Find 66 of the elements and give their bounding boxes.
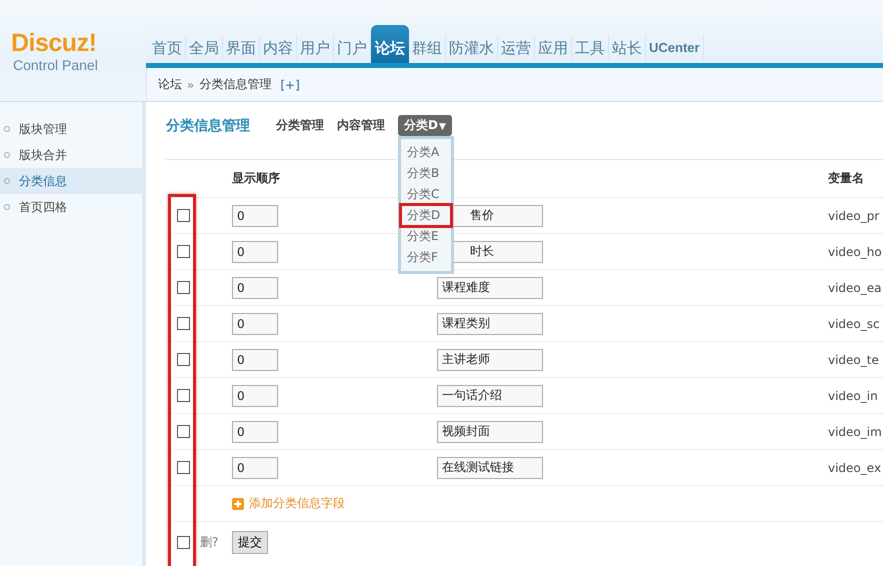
variable-name: video_te [828, 352, 879, 366]
category-dropdown[interactable]: 分类D▼ [398, 115, 452, 136]
column-header: 显示顺序 [232, 171, 280, 185]
page-title: 分类信息管理 [166, 116, 250, 134]
name-field[interactable]: 课程类别 [437, 312, 543, 334]
nav-tab[interactable]: 运营 [498, 35, 535, 61]
order-field[interactable]: 0 [232, 276, 278, 298]
sidebar-item[interactable]: 版块合并 [0, 142, 142, 168]
add-icon [232, 498, 244, 510]
dropdown-option[interactable]: 分类B [401, 163, 451, 184]
variable-name: video_sc [828, 316, 880, 330]
nav-tab[interactable]: 首页 [149, 35, 186, 61]
delete-label: 删? [200, 534, 218, 550]
nav-tab[interactable]: 防灌水 [446, 35, 498, 61]
add-shortcut-link[interactable]: [+] [280, 78, 300, 92]
row-checkbox[interactable] [177, 389, 190, 402]
nav-tab[interactable]: UCenter [646, 35, 704, 61]
name-field[interactable]: 在线测试链接 [437, 456, 543, 478]
order-field[interactable]: 0 [232, 240, 278, 262]
nav-tab[interactable]: 用户 [297, 35, 334, 61]
order-field[interactable]: 0 [232, 348, 278, 370]
logo-subtitle: Control Panel [13, 57, 99, 73]
breadcrumb-separator: » [187, 78, 194, 92]
variable-name: video_im [828, 424, 882, 438]
column-header: 变量名 [828, 171, 864, 185]
delete-checkbox[interactable] [177, 536, 190, 548]
breadcrumb-link[interactable]: 论坛 [158, 76, 182, 93]
page-tab[interactable]: 分类管理 [276, 117, 324, 134]
variable-name: video_ea [828, 280, 882, 294]
breadcrumb-current: 分类信息管理 [199, 76, 272, 93]
name-field[interactable]: 主讲老师 [437, 348, 543, 370]
dropdown-option[interactable]: 分类C [401, 184, 451, 205]
page-tab[interactable]: 内容管理 [337, 117, 385, 134]
nav-tab[interactable]: 界面 [223, 35, 260, 61]
nav-tab[interactable]: 论坛 [371, 25, 409, 63]
dropdown-option[interactable]: 分类A [401, 142, 451, 163]
row-checkbox[interactable] [177, 245, 190, 258]
row-checkbox[interactable] [177, 281, 190, 294]
submit-button[interactable]: 提交 [232, 530, 268, 554]
order-field[interactable]: 0 [232, 456, 278, 478]
nav-tab[interactable]: 工具 [572, 35, 609, 61]
nav-tab[interactable]: 全局 [186, 35, 223, 61]
nav-tab[interactable]: 群组 [409, 35, 446, 61]
variable-name: video_ho [828, 244, 882, 258]
name-field[interactable]: 一句话介绍 [437, 384, 543, 406]
sidebar-item[interactable]: 版块管理 [0, 116, 142, 142]
variable-name: video_in [828, 388, 878, 402]
row-checkbox[interactable] [177, 209, 190, 222]
sidebar-item[interactable]: 首页四格 [0, 194, 142, 220]
order-field[interactable]: 0 [232, 420, 278, 442]
nav-tab[interactable]: 站长 [609, 35, 646, 61]
name-field[interactable]: 课程难度 [437, 276, 543, 298]
variable-name: video_ex [828, 460, 882, 474]
logo-title: Discuz! [11, 30, 98, 57]
nav-tab[interactable]: 内容 [260, 35, 297, 61]
name-field[interactable]: 视频封面 [437, 420, 543, 442]
row-checkbox[interactable] [177, 425, 190, 438]
variable-name: video_pr [828, 208, 880, 222]
row-checkbox[interactable] [177, 461, 190, 474]
row-checkbox[interactable] [177, 353, 190, 366]
nav-tab[interactable]: 应用 [535, 35, 572, 61]
row-checkbox[interactable] [177, 317, 190, 330]
sidebar-item[interactable]: 分类信息 [0, 168, 142, 194]
order-field[interactable]: 0 [232, 384, 278, 406]
order-field[interactable]: 0 [232, 204, 278, 226]
order-field[interactable]: 0 [232, 312, 278, 334]
